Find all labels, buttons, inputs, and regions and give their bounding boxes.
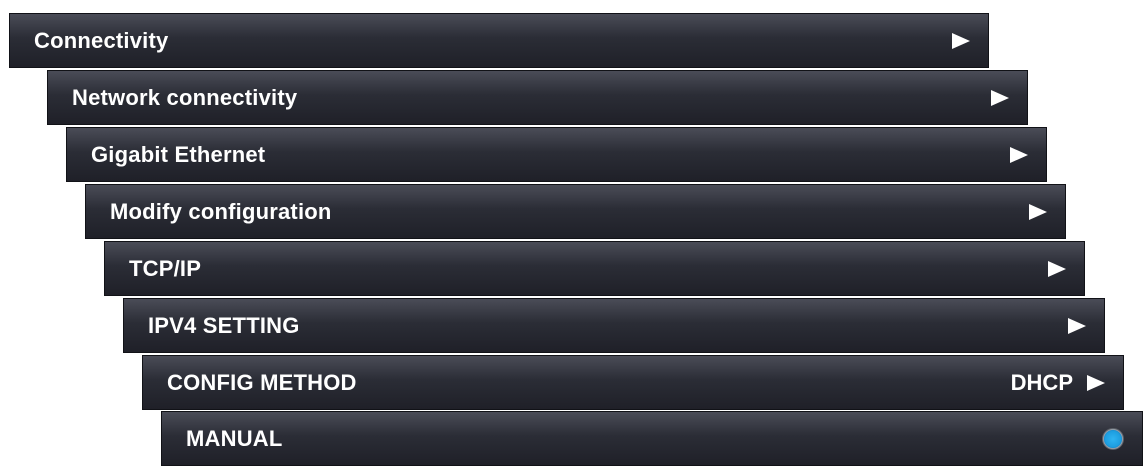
menu-item-label: IPV4 SETTING (148, 312, 300, 338)
chevron-right-icon (1029, 203, 1047, 220)
breadcrumb-menu-stack: Connectivity Network connectivity Gigabi… (0, 0, 1143, 466)
menu-item-label: Modify configuration (110, 198, 332, 224)
menu-item-tcp-ip[interactable]: TCP/IP (104, 241, 1085, 296)
config-method-value: DHCP (1010, 369, 1073, 395)
chevron-right-icon (991, 89, 1009, 106)
menu-item-label: Connectivity (34, 27, 169, 53)
radio-button-icon[interactable] (1102, 427, 1124, 450)
menu-item-label: Gigabit Ethernet (91, 141, 266, 167)
chevron-right-icon (952, 32, 970, 49)
chevron-right-icon (1010, 146, 1028, 163)
menu-item-ipv4-setting[interactable]: IPV4 SETTING (123, 298, 1105, 353)
menu-item-manual[interactable]: MANUAL (161, 411, 1143, 466)
menu-item-network-connectivity[interactable]: Network connectivity (47, 70, 1028, 125)
chevron-right-icon (1048, 260, 1066, 277)
chevron-right-icon (1087, 374, 1105, 391)
menu-item-config-method[interactable]: CONFIG METHOD DHCP (142, 355, 1124, 410)
menu-item-connectivity[interactable]: Connectivity (9, 13, 989, 68)
menu-item-modify-configuration[interactable]: Modify configuration (85, 184, 1066, 239)
menu-item-label: CONFIG METHOD (167, 369, 357, 395)
menu-item-label: MANUAL (186, 425, 283, 451)
menu-item-label: Network connectivity (72, 84, 298, 110)
menu-item-gigabit-ethernet[interactable]: Gigabit Ethernet (66, 127, 1047, 182)
chevron-right-icon (1068, 317, 1086, 334)
menu-item-label: TCP/IP (129, 255, 202, 281)
